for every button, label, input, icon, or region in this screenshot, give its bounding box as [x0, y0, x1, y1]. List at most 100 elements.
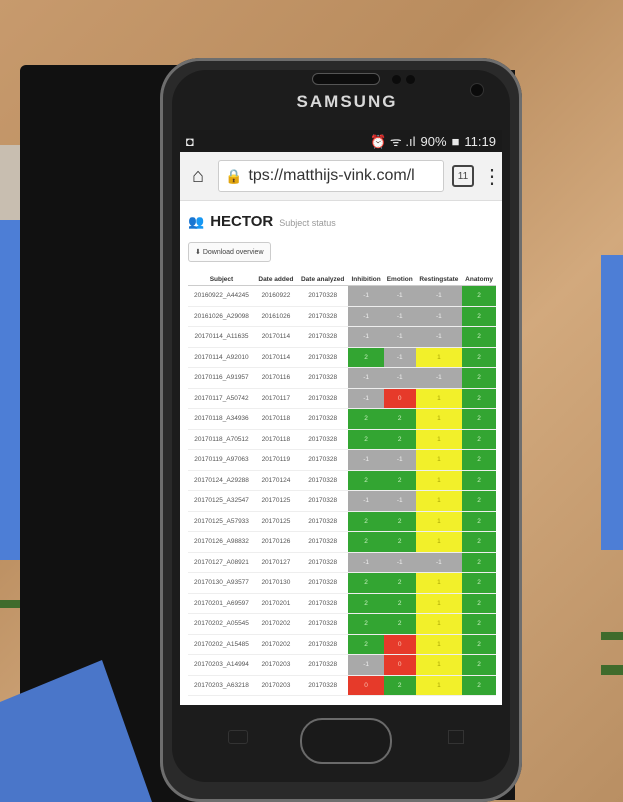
table-cell: 20170114_A11635 [188, 326, 255, 348]
users-icon: 👥 [188, 214, 205, 229]
status-cell: 2 [348, 511, 384, 532]
status-cell: 2 [383, 408, 416, 430]
table-cell: 20170118 [254, 408, 297, 430]
status-cell: 2 [348, 470, 384, 491]
table-cell: 20170328 [296, 572, 349, 594]
status-cell: 2 [348, 593, 384, 614]
table-cell: 20170328 [296, 449, 349, 471]
page-subtitle: Subject status [279, 218, 336, 228]
home-icon[interactable]: ⌂ [186, 165, 210, 188]
status-cell: 1 [415, 511, 463, 532]
status-cell: 2 [462, 552, 496, 573]
table-row: 20170114_A92010 20170114 20170328 2 -1 1 2 [188, 347, 496, 368]
physical-home-button[interactable] [300, 718, 392, 764]
green-strip-right [601, 665, 623, 675]
download-icon: ⬇ [195, 249, 203, 256]
blue-paper-right [601, 255, 623, 550]
phone-screen: ◘ ⏰ ᯤ .ıl 90% ■ 11:19 ⌂ 🔒 tps://matthijs… [180, 130, 502, 705]
table-cell: 20160922_A44245 [188, 285, 255, 307]
table-cell: 20170328 [296, 367, 349, 389]
table-row: 20170118_A70512 20170118 20170328 2 2 1 2 [188, 429, 496, 450]
table-cell: 20170328 [296, 552, 349, 573]
status-cell: 2 [348, 408, 384, 430]
table-cell: 20170203 [254, 675, 297, 696]
column-header: Restingstate [415, 274, 463, 286]
status-cell: 0 [383, 654, 416, 676]
table-cell: 20170127 [254, 552, 297, 573]
status-cell: 1 [415, 449, 463, 471]
status-cell: -1 [383, 449, 416, 471]
table-row: 20170203_A14994 20170203 20170328 -1 0 1 2 [188, 654, 496, 676]
status-cell: -1 [415, 326, 463, 348]
status-cell: -1 [383, 347, 416, 368]
blue-paper-left [0, 220, 22, 560]
clock: 11:19 [464, 133, 496, 149]
page-header: 👥 HECTOR Subject status [188, 213, 496, 230]
table-cell: 20170328 [296, 326, 349, 348]
status-cell: 2 [383, 531, 416, 553]
table-cell: 20170328 [296, 490, 349, 512]
table-cell: 20170201 [254, 593, 297, 614]
table-cell: 20170328 [296, 470, 349, 491]
status-cell: 1 [415, 490, 463, 512]
kebab-menu-icon[interactable]: ⋮ [482, 164, 502, 189]
table-cell: 20170127_A08921 [188, 552, 255, 573]
table-cell: 20170202 [254, 613, 297, 635]
download-overview-button[interactable]: ⬇ Download overview [188, 242, 271, 262]
status-cell: 2 [348, 531, 384, 553]
table-cell: 20170201_A69597 [188, 593, 255, 614]
status-cell: -1 [348, 449, 384, 471]
table-cell: 20170328 [296, 306, 349, 327]
status-cell: -1 [383, 552, 416, 573]
table-body: 20160922_A44245 20160922 20170328 -1 -1 -1 2 20… [188, 285, 496, 696]
status-cell: 0 [383, 388, 416, 409]
status-cell: 2 [462, 408, 496, 430]
table-cell: 20170328 [296, 408, 349, 430]
table-cell: 20170117 [254, 388, 297, 409]
table-cell: 20170328 [296, 593, 349, 614]
status-cell: 2 [462, 531, 496, 553]
status-cell: -1 [383, 285, 416, 307]
status-cell: 2 [462, 388, 496, 409]
table-row: 20170203_A63218 20170203 20170328 0 2 1 2 [188, 675, 496, 696]
table-cell: 20170114 [254, 326, 297, 348]
recents-key[interactable] [448, 730, 464, 744]
status-cell: -1 [383, 367, 416, 389]
table-row: 20170119_A97063 20170119 20170328 -1 -1 1 2 [188, 449, 496, 471]
back-key[interactable] [228, 730, 248, 744]
status-cell: 2 [348, 347, 384, 368]
status-cell: 2 [383, 675, 416, 696]
table-cell: 20170125 [254, 511, 297, 532]
address-bar[interactable]: 🔒 tps://matthijs-vink.com/l [218, 160, 444, 192]
table-cell: 20170114_A92010 [188, 347, 255, 368]
tab-switcher-button[interactable]: 11 [452, 165, 474, 187]
status-cell: 0 [348, 675, 384, 696]
table-row: 20161026_A29098 20161026 20170328 -1 -1 -1 2 [188, 306, 496, 327]
battery-icon: ■ [451, 133, 460, 149]
status-cell: 2 [348, 429, 384, 450]
table-cell: 20170116_A91957 [188, 367, 255, 389]
status-cell: 2 [462, 654, 496, 676]
status-cell: 2 [462, 675, 496, 696]
status-cell: 0 [383, 634, 416, 655]
status-cell: -1 [348, 367, 384, 389]
table-cell: 20160922 [254, 285, 297, 307]
table-cell: 20170202_A05545 [188, 613, 255, 635]
subject-status-table: Subject Date added Date analyzed Inhibit… [188, 274, 496, 696]
status-cell: 2 [462, 593, 496, 614]
status-cell: 1 [415, 531, 463, 553]
status-cell: 1 [415, 572, 463, 594]
table-cell: 20170126_A98832 [188, 531, 255, 553]
status-cell: 1 [415, 388, 463, 409]
table-cell: 20170328 [296, 675, 349, 696]
status-cell: 1 [415, 347, 463, 368]
table-cell: 20170117_A50742 [188, 388, 255, 409]
sensor-icon [392, 75, 401, 84]
status-cell: 2 [383, 593, 416, 614]
table-cell: 20170130 [254, 572, 297, 594]
table-row: 20170202_A15485 20170202 20170328 2 0 1 2 [188, 634, 496, 655]
table-row: 20170117_A50742 20170117 20170328 -1 0 1 2 [188, 388, 496, 409]
status-cell: 2 [462, 470, 496, 491]
status-cell: -1 [415, 552, 463, 573]
table-row: 20170125_A32547 20170125 20170328 -1 -1 1 2 [188, 490, 496, 512]
